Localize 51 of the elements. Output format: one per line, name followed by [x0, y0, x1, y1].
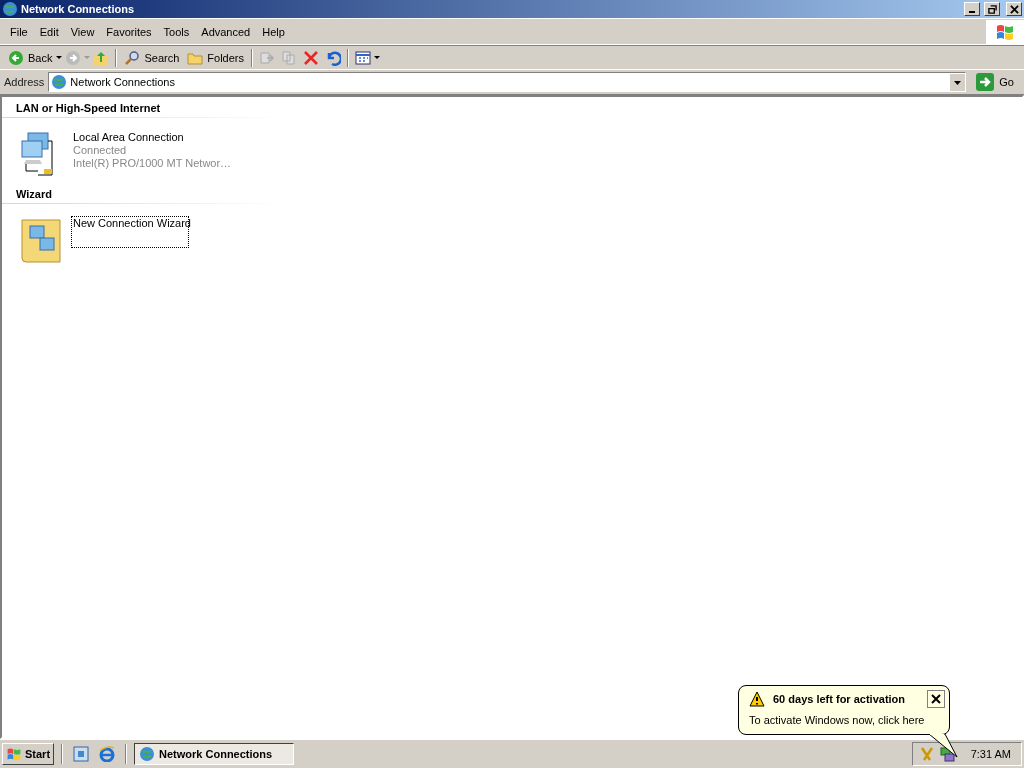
taskbar-task-button[interactable]: Network Connections	[134, 743, 295, 765]
item-device: Intel(R) PRO/1000 MT Networ…	[73, 157, 232, 170]
minimize-button[interactable]	[964, 2, 980, 16]
menu-item[interactable]: Favorites	[100, 25, 158, 38]
menu-item[interactable]: Edit	[33, 25, 65, 38]
desktop-shortcut-icon[interactable]	[73, 746, 90, 762]
dropdown-icon[interactable]	[950, 73, 966, 91]
address-field[interactable]: Network Connections	[48, 72, 967, 92]
item-name: Local Area Connection	[73, 131, 185, 144]
search-button[interactable]: Search	[120, 49, 184, 66]
connection-item[interactable]: New Connection Wizard	[71, 216, 189, 248]
close-icon	[1009, 4, 1019, 14]
globe-icon	[51, 74, 68, 90]
minimize-icon	[969, 11, 975, 13]
clock: 7:31 AM	[970, 748, 1011, 760]
menu-item[interactable]: View	[64, 25, 101, 38]
item-status: Connected	[73, 144, 128, 157]
close-icon	[931, 694, 941, 704]
views-icon[interactable]	[355, 49, 371, 66]
group-header: Wizard	[2, 186, 288, 204]
caret-icon[interactable]	[374, 55, 380, 60]
browser-e-icon[interactable]	[99, 746, 116, 762]
menu-item[interactable]: File	[4, 25, 34, 38]
search-icon	[124, 49, 141, 66]
window-title: Network Connections	[21, 3, 135, 15]
close-button[interactable]	[927, 690, 945, 708]
back-button[interactable]: Back	[4, 49, 57, 66]
windows-flag-icon	[6, 746, 22, 762]
delete-icon[interactable]	[303, 49, 319, 66]
restore-button[interactable]	[984, 2, 1000, 16]
group-header: LAN or High-Speed Internet	[2, 100, 288, 118]
connection-item[interactable]: Local Area Connection Connected Intel(R) PRO/1000 MT Networ…	[71, 130, 234, 171]
menu-item[interactable]: Tools	[157, 25, 196, 38]
go-button[interactable]: Go	[966, 73, 1022, 91]
network-tray-icon[interactable]	[938, 746, 955, 762]
undo-icon[interactable]	[325, 49, 341, 66]
warning-icon	[749, 691, 765, 707]
balloon-text: To activate Windows now, click here	[749, 714, 926, 726]
address-label: Address	[4, 76, 45, 88]
menu-item[interactable]: Help	[256, 25, 291, 38]
globe-icon	[139, 746, 156, 762]
go-arrow-icon	[976, 73, 995, 91]
restore-icon	[987, 4, 997, 14]
menu-item[interactable]: Advanced	[195, 25, 257, 38]
caret-icon[interactable]	[56, 55, 63, 60]
start-button[interactable]: Start	[2, 743, 55, 765]
balloon-title: 60 days left for activation	[773, 693, 907, 705]
globe-icon	[2, 1, 18, 17]
folder-up-icon[interactable]	[93, 49, 110, 66]
folders-button[interactable]: Folders	[183, 49, 248, 66]
balloon-pointer	[929, 734, 959, 758]
